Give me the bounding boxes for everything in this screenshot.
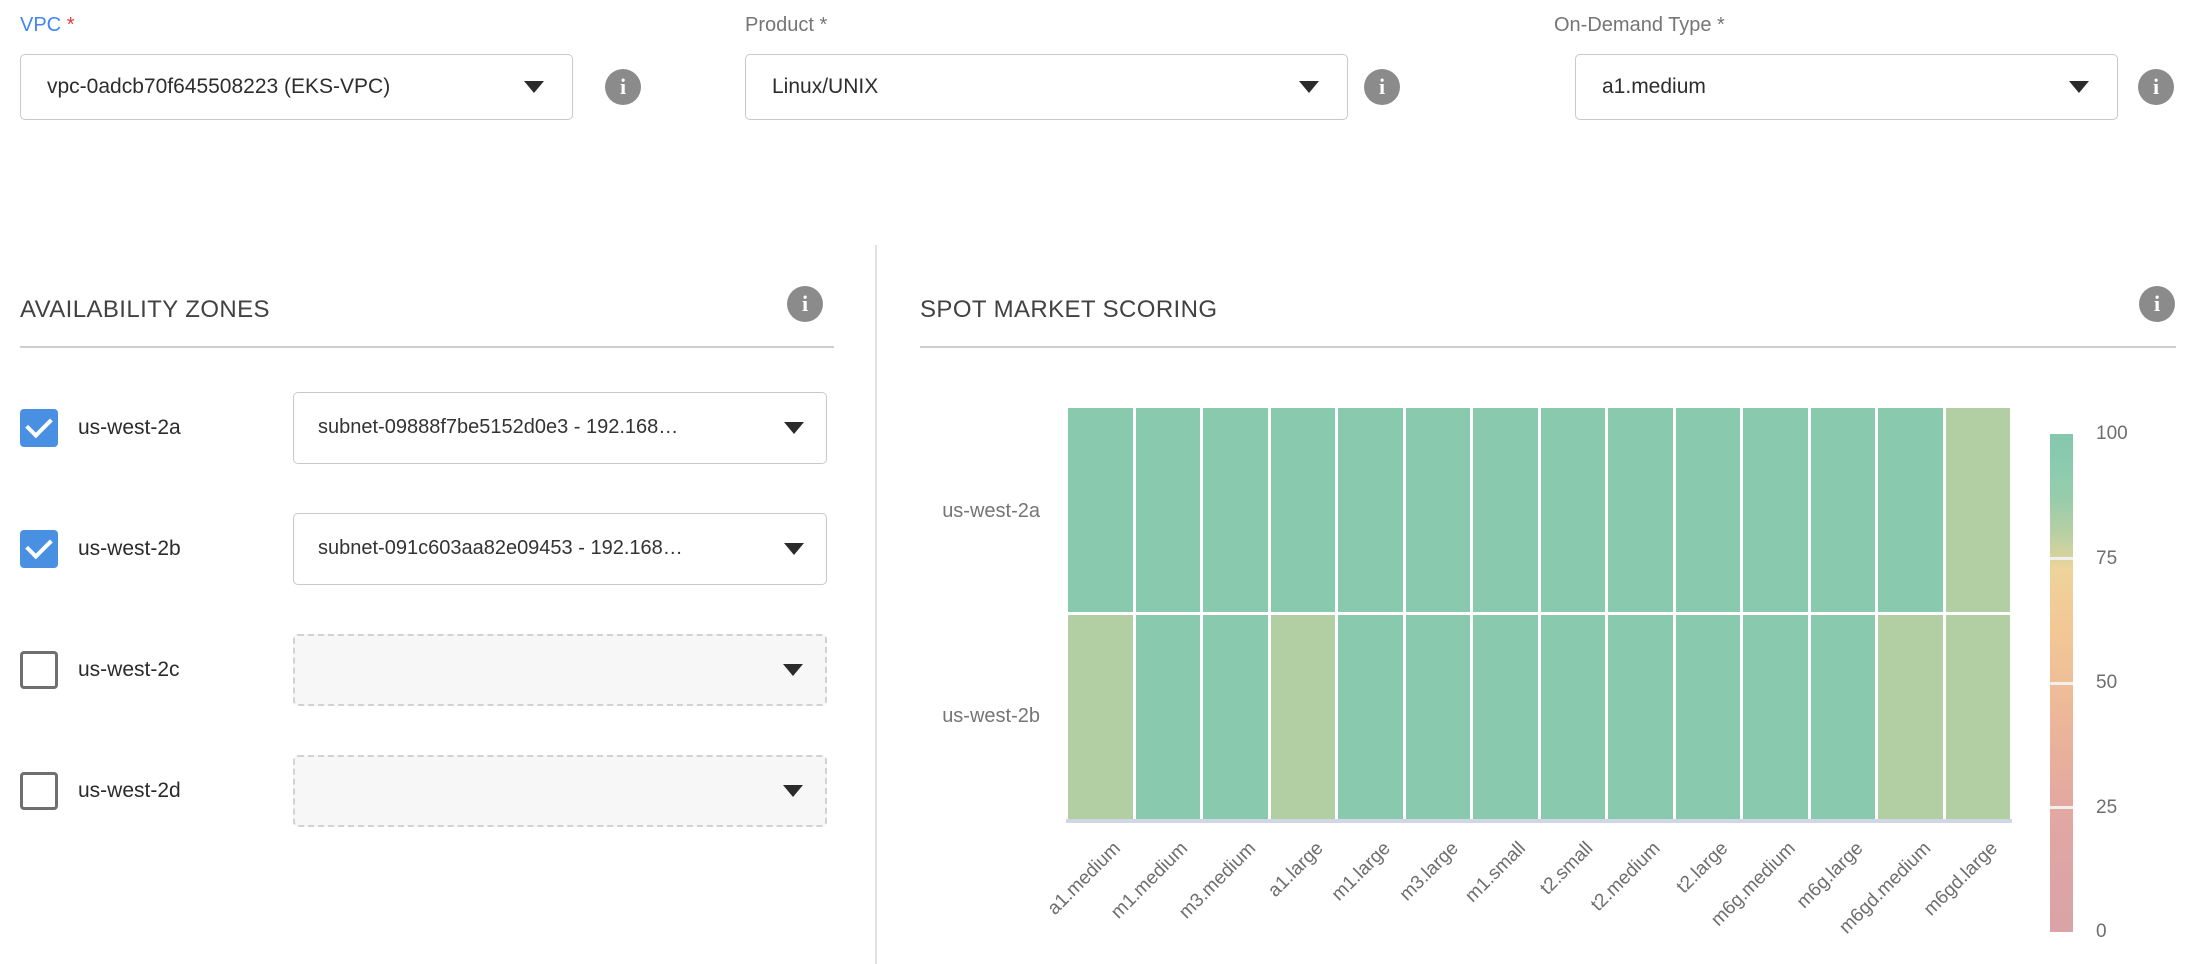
heatmap-cell-us-west-2a-a1.medium	[1068, 408, 1133, 612]
colorbar-tick-gap	[2050, 557, 2073, 560]
heatmap-column-label-text: a1.large	[1264, 838, 1328, 902]
az-checkbox-us-west-2c[interactable]	[20, 651, 58, 689]
az-zone-label: us-west-2a	[78, 392, 181, 464]
dropdown-arrow-icon	[783, 664, 803, 676]
az-row-us-west-2a: us-west-2a subnet-09888f7be5152d0e3 - 192…	[20, 392, 834, 464]
subnet-select-us-west-2c[interactable]	[293, 634, 827, 706]
az-checkbox-us-west-2d[interactable]	[20, 772, 58, 810]
az-checkbox-us-west-2b[interactable]	[20, 530, 58, 568]
heatmap-column-label-text: t2.medium	[1587, 838, 1665, 916]
heatmap-cell-us-west-2b-a1.medium	[1068, 615, 1133, 819]
colorbar-tick-gap	[2050, 806, 2073, 809]
dropdown-arrow-icon	[783, 785, 803, 797]
heatmap-cell-us-west-2b-m3.medium	[1203, 615, 1268, 819]
colorbar-tick-label: 0	[2096, 920, 2107, 944]
product-label: Product *	[745, 14, 827, 37]
product-info-icon[interactable]	[1364, 69, 1400, 105]
heatmap-cell-us-west-2a-t2.medium	[1608, 408, 1673, 612]
availability-zones-info-icon[interactable]	[787, 286, 823, 322]
az-row-us-west-2d: us-west-2d	[20, 755, 834, 827]
heatmap-cell-us-west-2b-m6gd.medium	[1878, 615, 1943, 819]
checkmark-icon	[25, 411, 53, 439]
subnet-select-us-west-2a[interactable]: subnet-09888f7be5152d0e3 - 192.168…	[293, 392, 827, 464]
on-demand-type-select[interactable]: a1.medium	[1575, 54, 2118, 120]
dropdown-arrow-icon	[2069, 81, 2089, 93]
heatmap-cell-us-west-2b-m6g.large	[1811, 615, 1876, 819]
product-select-value: Linux/UNIX	[772, 55, 878, 118]
az-row-us-west-2b: us-west-2b subnet-091c603aa82e09453 - 192…	[20, 513, 834, 585]
section-divider	[875, 245, 877, 964]
heatmap-cell-us-west-2b-m6gd.large	[1946, 615, 2011, 819]
score-colorbar	[2050, 434, 2073, 932]
subnet-select-value: subnet-091c603aa82e09453 - 192.168…	[318, 514, 683, 583]
heatmap-cell-us-west-2b-a1.large	[1271, 615, 1336, 819]
on-demand-type-label: On-Demand Type *	[1554, 14, 1725, 37]
required-asterisk: *	[67, 14, 75, 36]
heatmap-cell-us-west-2a-m6g.large	[1811, 408, 1876, 612]
heatmap-column-label-text: t2.small	[1536, 838, 1598, 900]
colorbar-tick-gap	[2050, 682, 2073, 685]
heatmap-cell-us-west-2a-t2.small	[1541, 408, 1606, 612]
heatmap-cell-us-west-2a-t2.large	[1676, 408, 1741, 612]
dropdown-arrow-icon	[524, 81, 544, 93]
heatmap-cell-us-west-2a-m3.medium	[1203, 408, 1268, 612]
heatmap-cell-us-west-2a-m3.large	[1406, 408, 1471, 612]
heatmap-cell-us-west-2a-m6g.medium	[1743, 408, 1808, 612]
heatmap-cell-us-west-2a-m1.medium	[1136, 408, 1201, 612]
dropdown-arrow-icon	[1299, 81, 1319, 93]
colorbar-tick-label: 100	[2096, 422, 2128, 446]
heatmap-cell-us-west-2a-m6gd.large	[1946, 408, 2011, 612]
az-checkbox-us-west-2a[interactable]	[20, 409, 58, 447]
az-zone-label: us-west-2c	[78, 634, 180, 706]
heatmap-column-label-text: m1.large	[1328, 838, 1396, 906]
heatmap-cell-us-west-2b-m1.large	[1338, 615, 1403, 819]
availability-zones-title: AVAILABILITY ZONES	[20, 296, 270, 324]
subnet-select-us-west-2d[interactable]	[293, 755, 827, 827]
spot-market-scoring-rule	[920, 346, 2176, 348]
vpc-info-icon[interactable]	[605, 69, 641, 105]
subnet-select-value: subnet-09888f7be5152d0e3 - 192.168…	[318, 393, 678, 462]
heatmap-cell-us-west-2b-m1.small	[1473, 615, 1538, 819]
heatmap-cell-us-west-2b-m6g.medium	[1743, 615, 1808, 819]
subnet-select-us-west-2b[interactable]: subnet-091c603aa82e09453 - 192.168…	[293, 513, 827, 585]
heatmap-column-label-text: m1.small	[1461, 838, 1530, 907]
vpc-label-text: VPC	[20, 14, 61, 36]
vpc-label: VPC *	[20, 14, 74, 37]
heatmap-cell-us-west-2a-a1.large	[1271, 408, 1336, 612]
vpc-select-value: vpc-0adcb70f645508223 (EKS-VPC)	[47, 55, 390, 118]
az-row-us-west-2c: us-west-2c	[20, 634, 834, 706]
product-select[interactable]: Linux/UNIX	[745, 54, 1348, 120]
availability-zones-rule	[20, 346, 834, 348]
heatmap-cell-us-west-2b-t2.medium	[1608, 615, 1673, 819]
spot-score-heatmap	[1068, 408, 2010, 819]
heatmap-cell-us-west-2b-m1.medium	[1136, 615, 1201, 819]
heatmap-axis-line	[1066, 819, 2012, 823]
checkmark-icon	[25, 532, 53, 560]
on-demand-type-select-value: a1.medium	[1602, 55, 1706, 118]
colorbar-tick-label: 25	[2096, 796, 2117, 820]
colorbar-tick-label: 50	[2096, 671, 2117, 695]
spot-market-scoring-title: SPOT MARKET SCORING	[920, 296, 1217, 324]
heatmap-cell-us-west-2a-m1.small	[1473, 408, 1538, 612]
heatmap-cell-us-west-2b-t2.large	[1676, 615, 1741, 819]
heatmap-column-label-text: t2.large	[1673, 838, 1733, 898]
heatmap-cell-us-west-2a-m6gd.medium	[1878, 408, 1943, 612]
spot-market-scoring-info-icon[interactable]	[2139, 286, 2175, 322]
dropdown-arrow-icon	[784, 543, 804, 555]
heatmap-cell-us-west-2b-m3.large	[1406, 615, 1471, 819]
dropdown-arrow-icon	[784, 422, 804, 434]
heatmap-row-label: us-west-2a	[740, 498, 1040, 524]
az-zone-label: us-west-2d	[78, 755, 181, 827]
spot-configuration-page: VPC * vpc-0adcb70f645508223 (EKS-VPC) Pr…	[0, 0, 2196, 964]
heatmap-column-label-text: m3.large	[1395, 838, 1463, 906]
heatmap-row-label: us-west-2b	[740, 703, 1040, 729]
on-demand-type-info-icon[interactable]	[2138, 69, 2174, 105]
colorbar-tick-label: 75	[2096, 547, 2117, 571]
az-zone-label: us-west-2b	[78, 513, 181, 585]
heatmap-cell-us-west-2b-t2.small	[1541, 615, 1606, 819]
heatmap-cell-us-west-2a-m1.large	[1338, 408, 1403, 612]
vpc-select[interactable]: vpc-0adcb70f645508223 (EKS-VPC)	[20, 54, 573, 120]
